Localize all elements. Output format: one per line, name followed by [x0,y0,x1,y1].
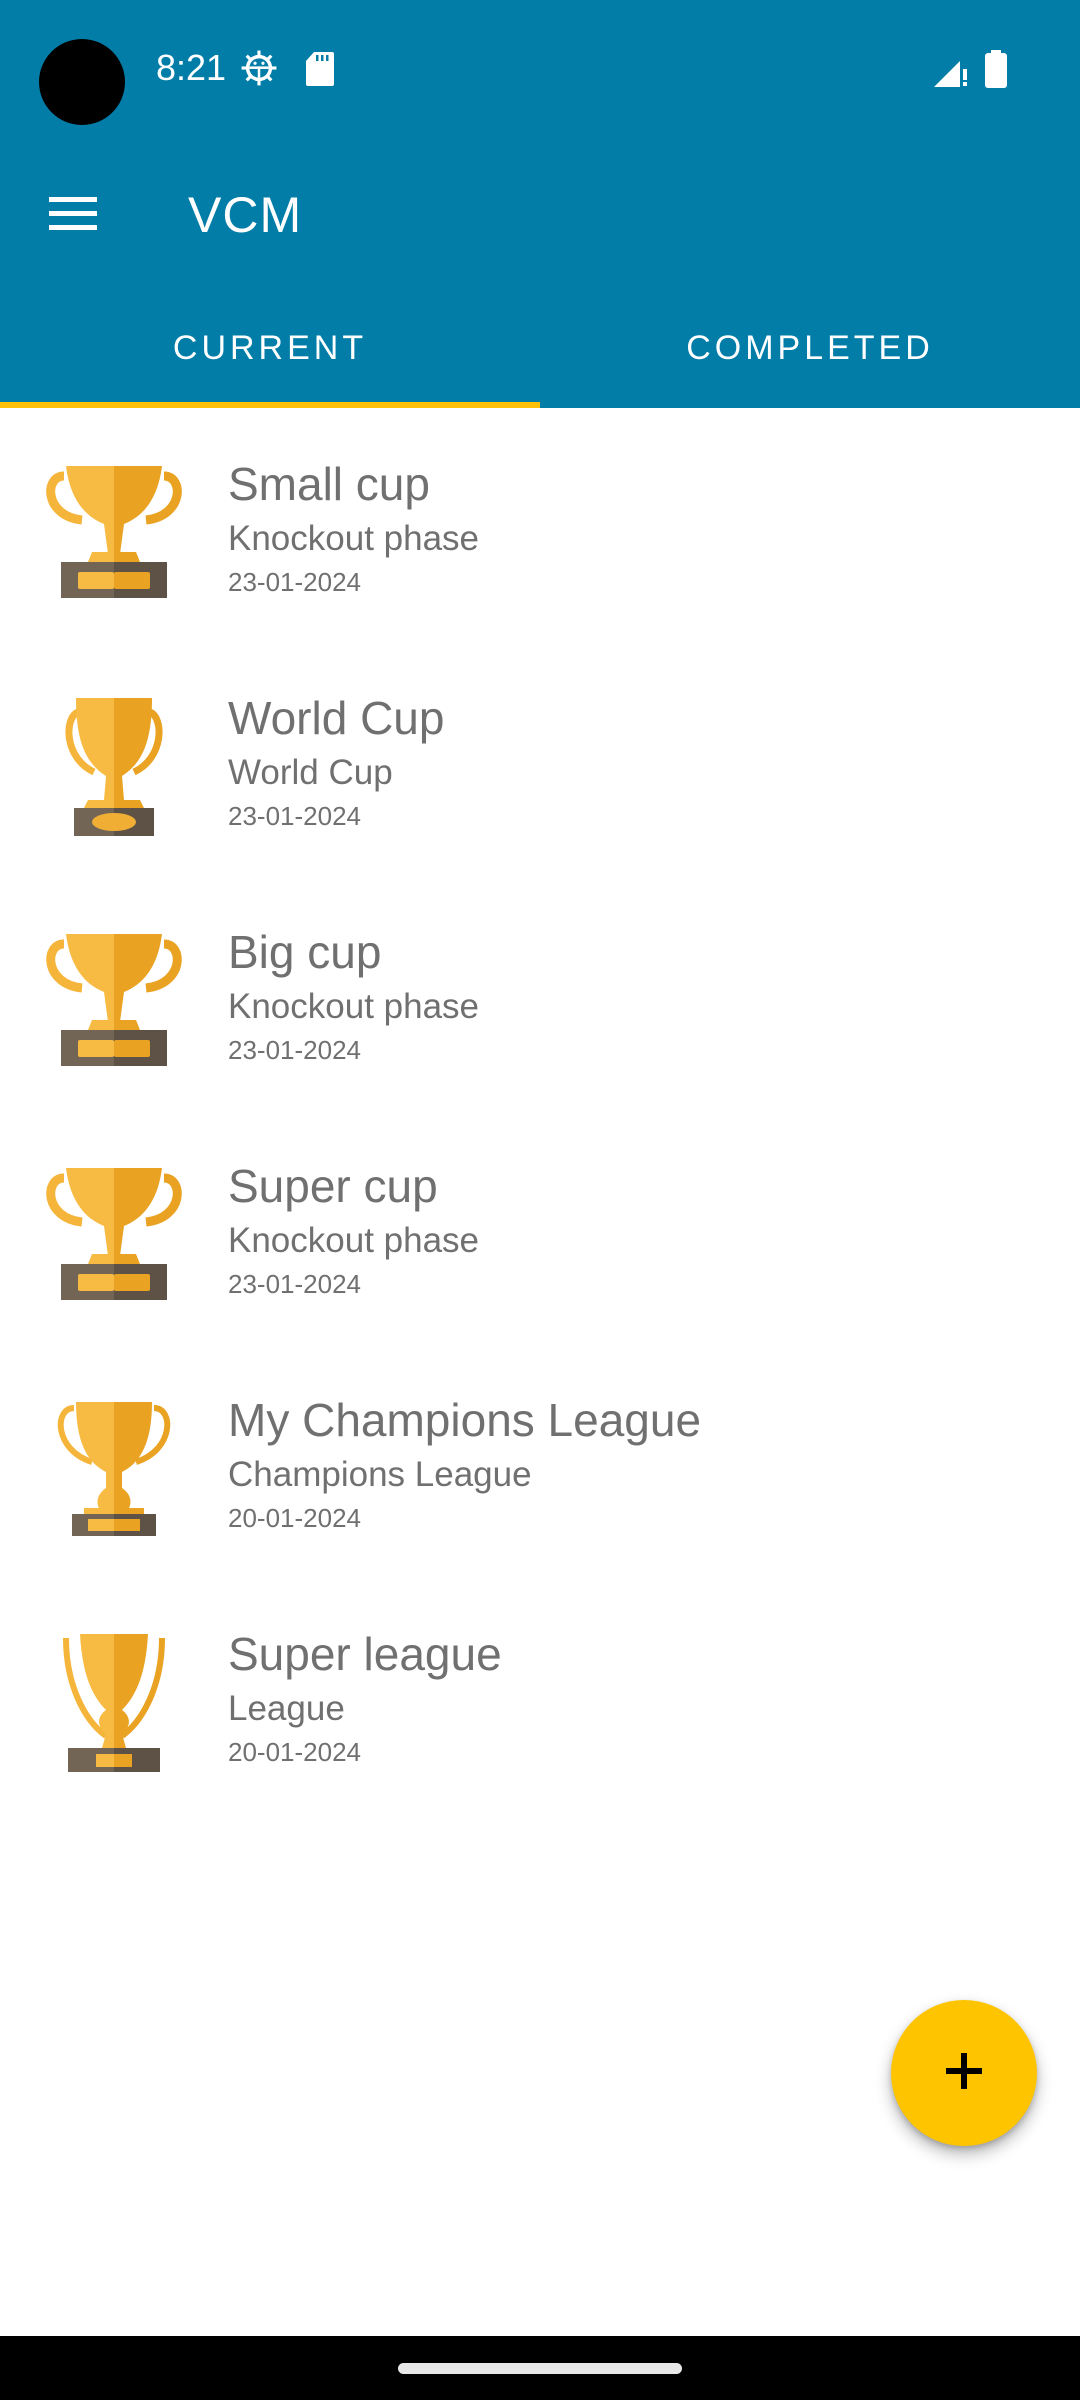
competition-date: 23-01-2024 [228,1269,361,1299]
plus-icon [944,2051,984,2096]
competition-type: Knockout phase [228,987,480,1026]
trophy-world-cup-icon [44,688,184,838]
signal-no-data-icon [934,51,970,92]
tab-completed-label: COMPLETED [686,328,934,367]
competition-date: 20-01-2024 [228,1737,361,1767]
competition-date: 23-01-2024 [228,1035,361,1065]
trophy-champions-league-icon [44,1390,184,1540]
trophy-league-icon [44,1624,184,1774]
tab-current[interactable]: CURRENT [0,300,540,408]
competition-item[interactable]: World Cup World Cup 23-01-2024 [0,648,1080,882]
trophy-cup-icon [44,454,184,604]
app-bar: 8:21 VCM CURRENT COMPLETED [0,0,1080,408]
competition-name: Small cup [228,458,430,510]
competition-date: 23-01-2024 [228,801,361,831]
competition-name: Super cup [228,1160,438,1212]
status-bar: 8:21 [0,0,1080,140]
camera-cutout [39,39,125,125]
add-competition-button[interactable] [891,2000,1037,2146]
toolbar: VCM [0,140,1080,280]
tab-current-label: CURRENT [172,328,368,367]
status-time: 8:21 [156,47,227,88]
competition-list: Small cup Knockout phase 23-01-2024 Worl… [0,408,1080,1818]
trophy-cup-icon [44,1156,184,1306]
tab-completed[interactable]: COMPLETED [540,300,1080,408]
competition-name: World Cup [228,692,445,744]
battery-icon [985,50,1007,93]
competition-item[interactable]: Super cup Knockout phase 23-01-2024 [0,1116,1080,1350]
competition-type: Champions League [228,1455,532,1494]
system-navigation-bar [0,2336,1080,2400]
competition-type: World Cup [228,753,393,792]
competition-date: 23-01-2024 [228,567,361,597]
competition-name: Big cup [228,926,382,978]
competition-item[interactable]: My Champions League Champions League 20-… [0,1350,1080,1584]
tab-bar: CURRENT COMPLETED [0,300,1080,408]
competition-type: League [228,1689,345,1728]
competition-name: Super league [228,1628,502,1680]
competition-type: Knockout phase [228,1221,480,1260]
competition-item[interactable]: Small cup Knockout phase 23-01-2024 [0,414,1080,648]
sd-card-icon [306,52,334,91]
competition-name: My Champions League [228,1394,702,1446]
competition-item[interactable]: Super league League 20-01-2024 [0,1584,1080,1818]
competition-item[interactable]: Big cup Knockout phase 23-01-2024 [0,882,1080,1116]
debug-gear-icon [240,49,278,92]
hamburger-menu-icon [49,195,97,236]
competition-date: 20-01-2024 [228,1503,361,1533]
competition-type: Knockout phase [228,519,480,558]
trophy-cup-icon [44,922,184,1072]
home-gesture-handle[interactable] [398,2363,682,2374]
app-title: VCM [188,187,303,243]
navigation-drawer-button[interactable] [30,172,116,258]
